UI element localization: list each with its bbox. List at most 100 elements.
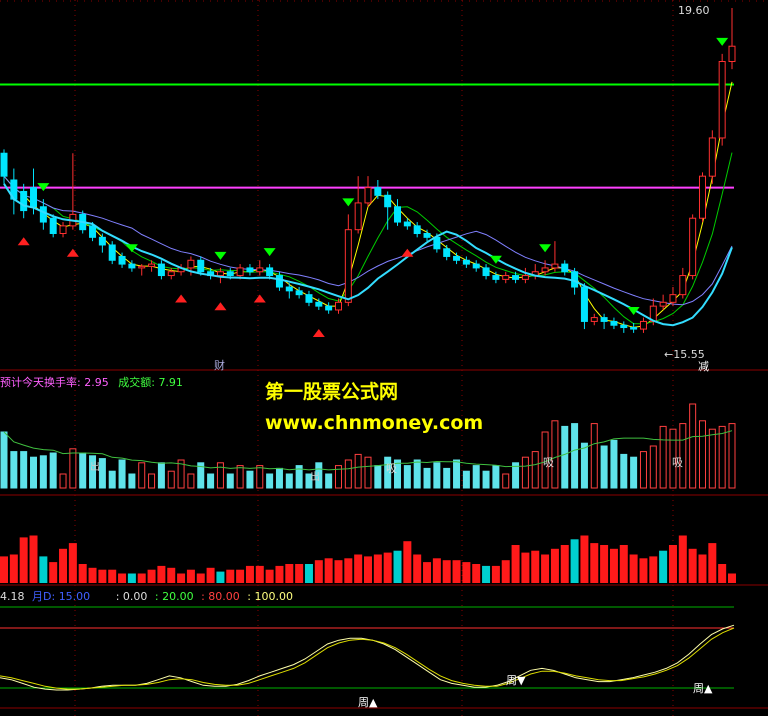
candle-body — [89, 225, 97, 238]
candle-body — [708, 137, 716, 177]
volume-bar — [649, 445, 657, 489]
candle-body — [580, 286, 588, 322]
candle-body — [30, 187, 38, 208]
volume-bar — [226, 473, 234, 489]
volume-bar — [482, 470, 490, 489]
oscillator-panel — [0, 606, 735, 691]
volume-bar — [708, 428, 716, 489]
indicator-bar — [541, 554, 550, 583]
volume-bar — [728, 423, 736, 489]
volume-bar — [561, 425, 569, 489]
indicator-bar — [127, 573, 136, 583]
candle-body — [512, 275, 520, 280]
buy-signal-icon — [253, 294, 266, 303]
indicator-bar — [600, 545, 609, 583]
volume-bar — [148, 473, 156, 489]
candle-body — [492, 275, 500, 280]
candle-body — [20, 190, 28, 212]
indicator-bar — [482, 565, 491, 583]
volume-bar — [521, 456, 529, 489]
level-100: : 100.00 — [247, 590, 293, 603]
candle-body — [325, 305, 333, 311]
volume-bar — [30, 456, 38, 489]
indicator-bar — [226, 569, 235, 583]
indicator-bar — [668, 545, 677, 583]
volume-bar — [403, 465, 411, 489]
volume-bar — [344, 459, 352, 489]
candle-body — [39, 206, 47, 223]
indicator-bar — [373, 554, 382, 583]
candle-body — [138, 265, 146, 269]
candle-body — [571, 271, 579, 288]
volume-bar — [630, 456, 638, 489]
candle-body — [502, 275, 510, 280]
volume-bar — [157, 462, 165, 489]
indicator-bar — [678, 535, 687, 583]
indicator-bar — [364, 556, 372, 583]
indicator-bar — [580, 535, 589, 583]
volume-bar — [492, 465, 500, 489]
volume2-panel — [0, 535, 736, 583]
candle-body — [285, 286, 293, 292]
volume-bar — [590, 423, 598, 489]
volume-bar — [39, 455, 47, 489]
price-panel — [0, 8, 736, 337]
indicator-bar — [255, 565, 264, 583]
candle-body — [384, 194, 392, 208]
vol-marker-2: 吸 — [386, 462, 397, 475]
indicator-bar — [98, 569, 107, 583]
indicator-bar — [167, 567, 176, 583]
indicator-bar — [344, 558, 353, 583]
candle-body — [59, 225, 67, 235]
indicator-bar — [432, 558, 441, 583]
sell-signal-icon — [716, 37, 729, 46]
indicator-bar — [462, 562, 471, 583]
volume-bar — [580, 442, 588, 489]
indicator-bar — [49, 562, 58, 583]
indicator-bar — [334, 560, 343, 583]
candle-body — [551, 263, 559, 269]
volume-bar — [118, 459, 126, 489]
candle-body — [639, 320, 647, 330]
indicator-bar — [245, 565, 254, 583]
indicator-bar — [521, 552, 530, 583]
candle-body — [157, 263, 165, 277]
candle-body — [128, 263, 136, 269]
indicator-bar — [619, 545, 628, 583]
candle-body — [443, 248, 451, 257]
candle-body — [334, 301, 342, 311]
volume-bar — [0, 431, 8, 489]
level-80: : 80.00 — [201, 590, 240, 603]
candle-body — [216, 271, 224, 277]
volume-bar — [79, 452, 87, 489]
indicator-bar — [452, 560, 461, 583]
buy-signal-icon — [214, 302, 227, 311]
volume-bar — [472, 465, 480, 489]
candle-body — [679, 275, 687, 296]
candle-body — [600, 317, 608, 322]
amount-value: 7.91 — [158, 376, 183, 389]
indicator-bar — [29, 535, 38, 583]
indicator-bar — [68, 543, 77, 583]
candle-body — [236, 267, 244, 277]
indicator-bar — [0, 556, 8, 583]
indicator-bar — [285, 564, 294, 583]
candle-body — [344, 229, 352, 303]
osc-marker-2: 周▼ — [506, 674, 526, 687]
indicator-bar — [649, 556, 658, 583]
candle-body — [315, 301, 323, 307]
indicator-bar — [708, 543, 717, 583]
volume-bar — [354, 453, 362, 489]
volume-bar — [138, 462, 146, 489]
sell-signal-icon — [489, 255, 502, 264]
volume-bar — [98, 458, 106, 489]
candle-body — [718, 61, 726, 139]
candle-body — [482, 267, 490, 277]
candle-body — [364, 187, 372, 204]
amount-label: 成交额: — [118, 376, 155, 389]
volume-bar — [167, 470, 175, 489]
candle-body — [187, 259, 195, 269]
candle-body — [98, 236, 106, 246]
candle-body — [374, 187, 382, 196]
candle-body — [453, 255, 461, 261]
